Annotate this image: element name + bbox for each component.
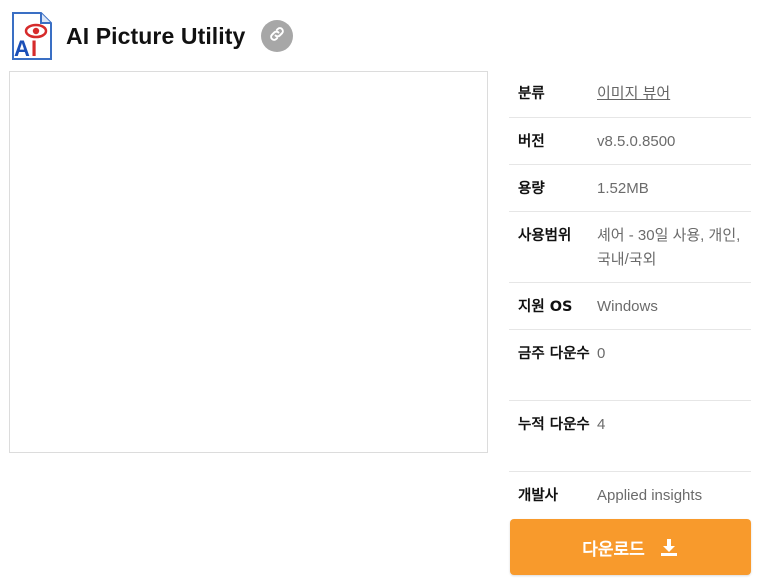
version-label: 버전	[518, 134, 545, 150]
total-downloads-value: 4	[597, 416, 606, 433]
version-value: v8.5.0.8500	[597, 133, 676, 150]
link-icon	[268, 25, 286, 47]
developer-value: Applied insights	[597, 487, 703, 504]
size-value: 1.52MB	[597, 180, 649, 197]
os-label: 지원 OS	[518, 299, 573, 315]
copy-link-button[interactable]	[261, 20, 294, 52]
info-row-developer: 개발사 Applied insights	[509, 472, 751, 519]
license-value: 셰어 - 30일 사용, 개인, 국내/국외	[597, 227, 741, 268]
page-header: A I AI Picture Utility	[10, 11, 294, 61]
info-row-license: 사용범위 셰어 - 30일 사용, 개인, 국내/국외	[509, 212, 751, 283]
info-row-size: 용량 1.52MB	[509, 165, 751, 212]
download-icon	[659, 537, 679, 557]
app-title: AI Picture Utility	[66, 22, 246, 49]
category-link[interactable]: 이미지 뷰어	[597, 82, 751, 105]
download-button[interactable]: 다운로드	[510, 519, 751, 575]
info-row-category: 분류 이미지 뷰어	[509, 71, 751, 118]
os-value: Windows	[597, 298, 658, 315]
program-info-table: 분류 이미지 뷰어 버전 v8.5.0.8500 용량 1.52MB 사용범위 …	[509, 71, 751, 519]
download-label: 다운로드	[582, 539, 645, 560]
ai-picture-utility-logo: A I	[10, 11, 54, 61]
weekly-downloads-value: 0	[597, 345, 606, 362]
size-label: 용량	[518, 181, 545, 197]
total-downloads-label: 누적 다운수	[518, 417, 590, 433]
info-row-total-downloads: 누적 다운수 4	[509, 401, 751, 472]
svg-text:A: A	[14, 36, 30, 61]
info-row-weekly-downloads: 금주 다운수 0	[509, 330, 751, 401]
weekly-downloads-label: 금주 다운수	[518, 346, 590, 362]
svg-text:I: I	[31, 36, 37, 61]
developer-label: 개발사	[518, 488, 559, 504]
info-row-os: 지원 OS Windows	[509, 283, 751, 330]
info-row-version: 버전 v8.5.0.8500	[509, 118, 751, 165]
category-label: 분류	[518, 86, 545, 102]
license-label: 사용범위	[518, 228, 572, 244]
screenshot-preview	[9, 71, 488, 453]
